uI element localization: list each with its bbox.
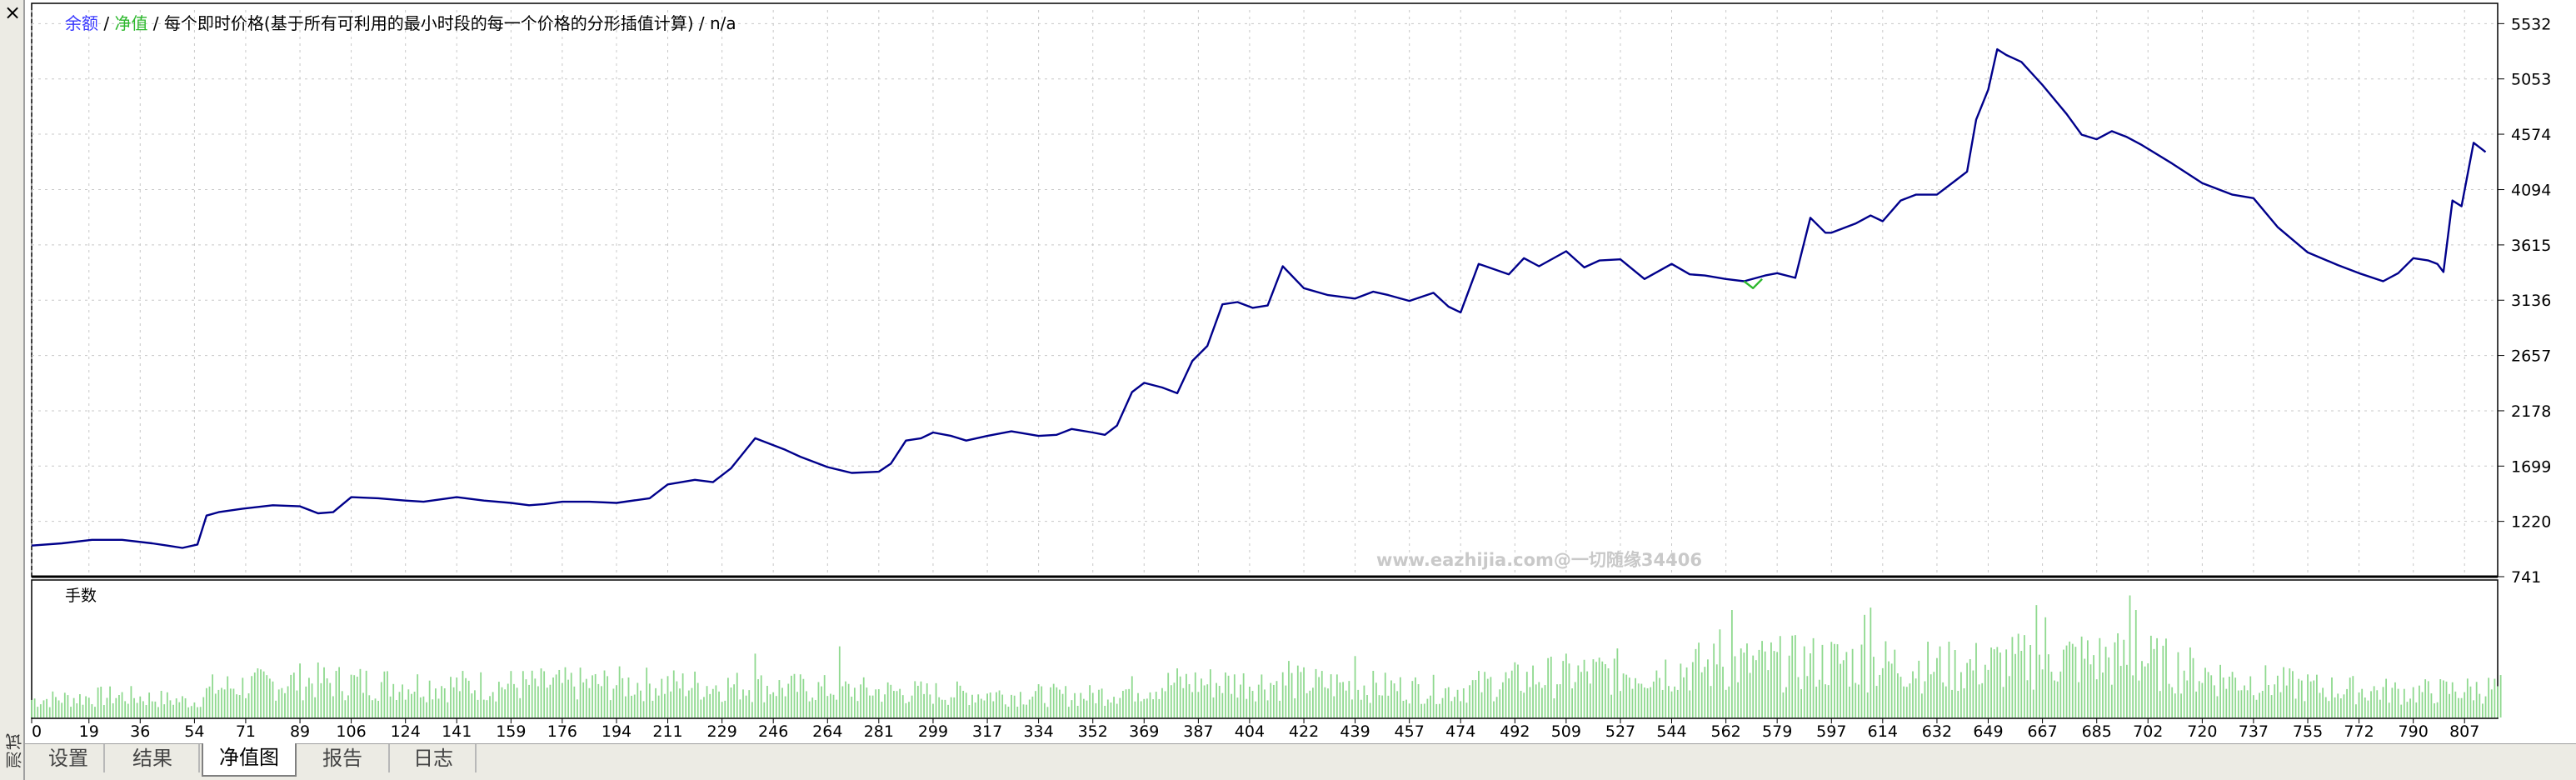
legend-description: 每个即时价格(基于所有可利用的最小时段的每一个价格的分形插值计算) / n/a: [163, 13, 736, 33]
x-tick-label: 772: [2344, 722, 2374, 741]
x-tick-label: 159: [496, 722, 526, 741]
x-tick-label: 281: [864, 722, 894, 741]
x-tick-label: 124: [391, 722, 421, 741]
x-tick-label: 246: [758, 722, 788, 741]
chart-legend: 余额 / 净值 / 每个即时价格(基于所有可利用的最小时段的每一个价格的分形插值…: [65, 10, 736, 34]
x-tick-label: 352: [1078, 722, 1108, 741]
y-tick-label: 1220: [2511, 513, 2551, 532]
tab-bar: 设置 结果 净值图 报告 日志: [25, 743, 2576, 780]
x-tick-label: 562: [1711, 722, 1741, 741]
x-tick-label: 755: [2293, 722, 2323, 741]
x-tick-label: 702: [2133, 722, 2163, 741]
tab-report[interactable]: 报告: [297, 744, 390, 772]
sidebar-label: 测试: [5, 732, 25, 768]
y-tick-label: 5053: [2511, 71, 2551, 89]
close-icon[interactable]: ×: [2, 2, 23, 23]
tab-equity-chart[interactable]: 净值图: [202, 743, 297, 777]
x-tick-label: 106: [336, 722, 366, 741]
x-tick-label: 89: [290, 722, 310, 741]
x-tick-label: 720: [2187, 722, 2217, 741]
x-tick-label: 632: [1922, 722, 1952, 741]
x-tick-label: 19: [79, 722, 99, 741]
x-tick-label: 439: [1340, 722, 1370, 741]
balance-line: [31, 48, 2487, 549]
x-tick-label: 317: [972, 722, 1002, 741]
x-tick-label: 737: [2239, 722, 2269, 741]
y-tick-label: 1699: [2511, 458, 2551, 476]
x-tick-label: 141: [442, 722, 472, 741]
x-tick-label: 667: [2027, 722, 2057, 741]
tab-journal[interactable]: 日志: [392, 744, 477, 772]
x-tick-label: 36: [130, 722, 150, 741]
x-tick-label: 299: [918, 722, 948, 741]
x-tick-label: 790: [2399, 722, 2429, 741]
x-tick-label: 527: [1605, 722, 1635, 741]
x-tick-label: 685: [2082, 722, 2112, 741]
x-tick-label: 54: [184, 722, 204, 741]
x-tick-label: 649: [1973, 722, 2003, 741]
x-tick-label: 457: [1395, 722, 1425, 741]
x-tick-label: 474: [1445, 722, 1475, 741]
y-tick-label: 3615: [2511, 237, 2551, 255]
x-tick-label: 492: [1500, 722, 1530, 741]
x-tick-label: 229: [707, 722, 737, 741]
x-tick-label: 614: [1868, 722, 1898, 741]
x-tick-label: 0: [32, 722, 42, 741]
chart-canvas: 741 1220 1699 2178 2657 3136 3615 4094 4574 5053 5…: [31, 2, 2551, 741]
x-tick-label: 509: [1551, 722, 1581, 741]
x-tick-label: 334: [1023, 722, 1053, 741]
x-tick-label: 176: [547, 722, 577, 741]
legend-equity: 净值: [114, 13, 148, 33]
y-tick-label: 3136: [2511, 292, 2551, 310]
main-panel-frame: [31, 2, 2499, 578]
x-tick-label: 194: [602, 722, 632, 741]
legend-sep-1: /: [98, 13, 115, 33]
y-tick-label: 741: [2511, 568, 2541, 587]
x-tick-label: 71: [236, 722, 256, 741]
x-tick-label: 579: [1762, 722, 1792, 741]
y-tick-label: 5532: [2511, 15, 2551, 33]
lots-panel-label: 手数: [65, 587, 97, 605]
watermark: www.eazhijia.com@一切随缘34406: [1376, 550, 1702, 570]
sidebar: × 测试: [0, 0, 25, 780]
tab-settings[interactable]: 设置: [33, 744, 105, 772]
y-tick-label: 2178: [2511, 402, 2551, 421]
legend-balance: 余额: [65, 13, 98, 33]
y-tick-label: 2657: [2511, 348, 2551, 366]
y-tick-label: 4094: [2511, 182, 2551, 200]
x-tick-label: 404: [1235, 722, 1265, 741]
legend-sep-2: /: [147, 13, 164, 33]
equity-chart: 741 1220 1699 2178 2657 3136 3615 4094 4574 5053 5…: [27, 0, 2576, 743]
x-tick-label: 211: [652, 722, 682, 741]
x-tick-label: 807: [2449, 722, 2479, 741]
x-tick-label: 387: [1183, 722, 1213, 741]
y-tick-label: 4574: [2511, 126, 2551, 144]
x-tick-label: 264: [812, 722, 842, 741]
x-tick-label: 544: [1656, 722, 1686, 741]
x-tick-label: 597: [1816, 722, 1846, 741]
tab-results[interactable]: 结果: [107, 744, 200, 772]
x-tick-label: 422: [1289, 722, 1319, 741]
x-tick-label: 369: [1129, 722, 1159, 741]
